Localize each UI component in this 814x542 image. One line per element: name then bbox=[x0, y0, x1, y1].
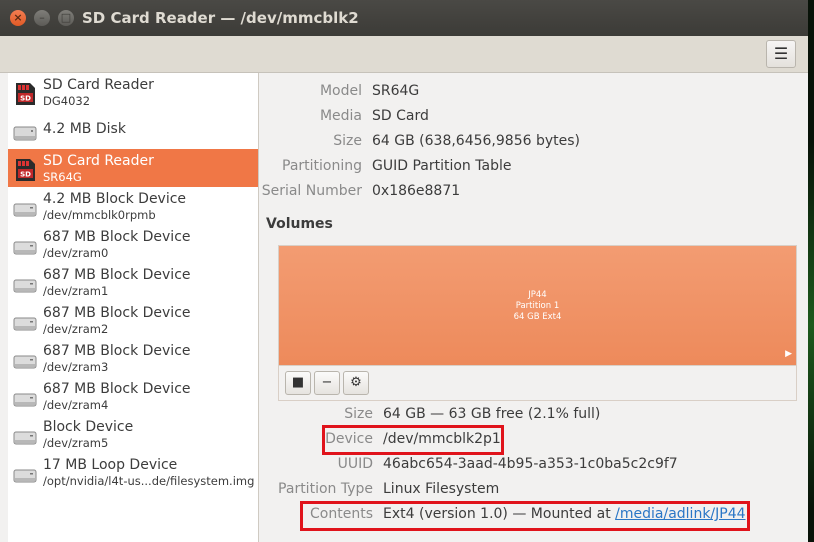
device-name: 687 MB Block Device bbox=[43, 381, 191, 397]
device-item[interactable]: 17 MB Loop Device/opt/nvidia/l4t-us...de… bbox=[8, 453, 258, 491]
device-subtitle: /dev/zram4 bbox=[43, 398, 109, 412]
device-item[interactable]: 4.2 MB Block Device/dev/mmcblk0rpmb bbox=[8, 187, 258, 225]
drive-icon bbox=[12, 347, 38, 373]
device-subtitle: /dev/zram5 bbox=[43, 436, 109, 450]
device-name: 687 MB Block Device bbox=[43, 267, 191, 283]
partitioning-label: Partitioning bbox=[282, 158, 362, 174]
header-toolbar: ☰ bbox=[0, 36, 808, 73]
drive-icon bbox=[12, 195, 38, 221]
volume-map: JP44 Partition 1 64 GB Ext4 ▶ bbox=[278, 245, 797, 366]
size-label: Size bbox=[333, 133, 362, 149]
volume-size-label: Size bbox=[344, 406, 373, 422]
drive-icon bbox=[12, 233, 38, 259]
uuid-label: UUID bbox=[337, 456, 373, 472]
sdcard-icon: SD bbox=[12, 157, 38, 183]
device-name: 4.2 MB Disk bbox=[43, 121, 126, 137]
device-subtitle: /dev/zram2 bbox=[43, 322, 109, 336]
device-item[interactable]: SD SD Card Reader SR64G bbox=[8, 149, 258, 187]
device-subtitle: /dev/zram3 bbox=[43, 360, 109, 374]
model-label: Model bbox=[319, 83, 362, 99]
window-close-button[interactable]: × bbox=[10, 10, 26, 26]
drive-details: Model SR64G Media SD Card Size 64 GB (63… bbox=[259, 73, 808, 542]
mount-play-icon: ▶ bbox=[785, 349, 792, 359]
svg-text:SD: SD bbox=[20, 171, 31, 179]
device-name: Block Device bbox=[43, 419, 134, 435]
partition-type-value: Linux Filesystem bbox=[383, 481, 500, 497]
device-name: 4.2 MB Block Device bbox=[43, 191, 187, 207]
device-item[interactable]: 687 MB Block Device/dev/zram4 bbox=[8, 377, 258, 415]
device-list: SD SD Card Reader DG4032 4.2 MB Disk SD SD Ca… bbox=[8, 73, 259, 542]
device-item[interactable]: 687 MB Block Device/dev/zram1 bbox=[8, 263, 258, 301]
drive-icon bbox=[12, 309, 38, 335]
device-name: SD Card Reader bbox=[43, 153, 154, 169]
window-minimize-button[interactable]: – bbox=[34, 10, 50, 26]
disks-window: × – □ SD Card Reader — /dev/mmcblk2 ☰ SD… bbox=[0, 0, 808, 542]
drive-icon bbox=[12, 423, 38, 449]
partition-settings-button[interactable]: ⚙ bbox=[343, 371, 369, 395]
media-label: Media bbox=[319, 108, 362, 124]
device-item[interactable]: 687 MB Block Device/dev/zram0 bbox=[8, 225, 258, 263]
menu-button[interactable]: ☰ bbox=[766, 40, 796, 68]
uuid-value: 46abc654-3aad-4b95-a353-1c0ba5c2c9f7 bbox=[383, 456, 678, 472]
partition-type-label: Partition Type bbox=[278, 481, 373, 497]
device-item[interactable]: SD SD Card Reader DG4032 bbox=[8, 73, 258, 111]
drive-icon bbox=[12, 461, 38, 487]
unmount-button[interactable]: ■ bbox=[285, 371, 311, 395]
partition-number: Partition 1 bbox=[515, 301, 560, 311]
device-name: 687 MB Block Device bbox=[43, 229, 191, 245]
window-maximize-button[interactable]: □ bbox=[58, 10, 74, 26]
device-subtitle: /dev/zram0 bbox=[43, 246, 109, 260]
volumes-heading: Volumes bbox=[266, 216, 333, 232]
device-item[interactable]: 4.2 MB Disk bbox=[8, 111, 258, 149]
serial-number-label: Serial Number bbox=[261, 183, 362, 199]
model-value: SR64G bbox=[372, 83, 420, 99]
media-value: SD Card bbox=[372, 108, 429, 124]
device-name: 687 MB Block Device bbox=[43, 343, 191, 359]
device-item[interactable]: 687 MB Block Device/dev/zram3 bbox=[8, 339, 258, 377]
window-title: SD Card Reader — /dev/mmcblk2 bbox=[82, 9, 359, 27]
device-item[interactable]: Block Device/dev/zram5 bbox=[8, 415, 258, 453]
title-bar: × – □ SD Card Reader — /dev/mmcblk2 bbox=[0, 0, 808, 36]
drive-icon bbox=[12, 271, 38, 297]
size-value: 64 GB (638,6456,9856 bytes) bbox=[372, 133, 580, 149]
volume-toolbar: ■ − ⚙ bbox=[278, 366, 797, 401]
device-subtitle: DG4032 bbox=[43, 94, 91, 108]
svg-text:SD: SD bbox=[20, 95, 31, 103]
drive-icon bbox=[12, 385, 38, 411]
device-subtitle: /opt/nvidia/l4t-us...de/filesystem.img bbox=[43, 474, 255, 488]
device-subtitle: /dev/zram1 bbox=[43, 284, 109, 298]
device-name: 17 MB Loop Device bbox=[43, 457, 178, 473]
serial-number-value: 0x186e8871 bbox=[372, 183, 461, 199]
sdcard-icon: SD bbox=[12, 81, 38, 107]
partition-desc: 64 GB Ext4 bbox=[513, 312, 562, 322]
disk-icon bbox=[12, 119, 38, 145]
device-subtitle: SR64G bbox=[43, 170, 82, 184]
device-name: 687 MB Block Device bbox=[43, 305, 191, 321]
device-item[interactable]: 687 MB Block Device/dev/zram2 bbox=[8, 301, 258, 339]
contents-highlight-box bbox=[300, 501, 750, 531]
partition-block[interactable]: JP44 Partition 1 64 GB Ext4 ▶ bbox=[279, 246, 796, 365]
device-subtitle: /dev/mmcblk0rpmb bbox=[43, 208, 156, 222]
partitioning-value: GUID Partition Table bbox=[372, 158, 512, 174]
delete-partition-button[interactable]: − bbox=[314, 371, 340, 395]
device-name: SD Card Reader bbox=[43, 77, 154, 93]
volume-size-value: 64 GB — 63 GB free (2.1% full) bbox=[383, 406, 601, 422]
device-highlight-box bbox=[322, 425, 504, 455]
partition-name: JP44 bbox=[528, 290, 547, 300]
